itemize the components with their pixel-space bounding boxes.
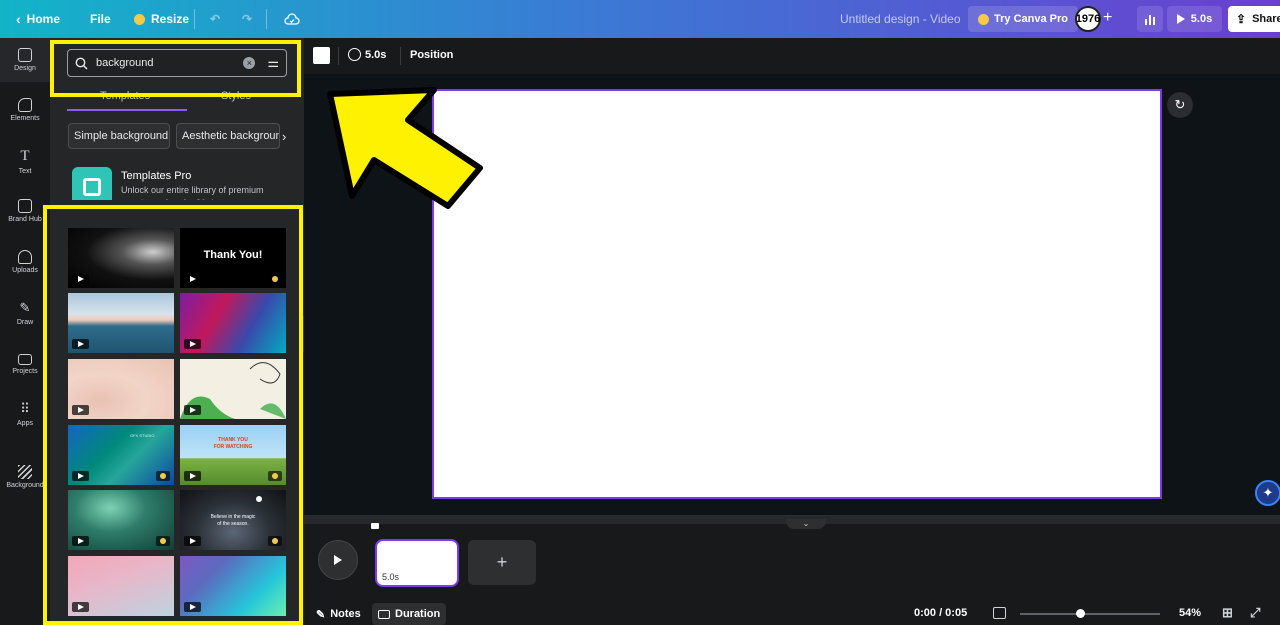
zoom-slider[interactable] bbox=[1020, 613, 1160, 615]
highlight-box-results bbox=[43, 205, 303, 625]
apps-grid-icon: ⠿ bbox=[20, 401, 30, 416]
rail-item-design[interactable]: Design bbox=[0, 38, 50, 82]
rail-label: Brand Hub bbox=[8, 216, 42, 223]
share-label: Share bbox=[1252, 13, 1280, 25]
highlight-box-search bbox=[50, 40, 301, 97]
undo-button[interactable]: ↶ bbox=[202, 0, 228, 38]
chevron-down-icon: ⌄ bbox=[802, 519, 810, 528]
add-collaborator-button[interactable]: + bbox=[1103, 9, 1112, 27]
file-menu-button[interactable]: File bbox=[82, 0, 119, 38]
position-button[interactable]: Position bbox=[410, 49, 453, 61]
divider bbox=[194, 9, 195, 29]
avatar[interactable]: 1976 bbox=[1075, 6, 1101, 32]
try-pro-label: Try Canva Pro bbox=[994, 13, 1068, 25]
zoom-value[interactable]: 54% bbox=[1179, 607, 1201, 619]
crown-icon bbox=[134, 13, 145, 25]
notes-button[interactable]: ✎ Notes bbox=[310, 603, 367, 625]
duration-toggle-button[interactable]: Duration bbox=[372, 603, 447, 625]
collapse-timeline-button[interactable]: ⌄ bbox=[786, 519, 826, 529]
try-canva-pro-button[interactable]: Try Canva Pro bbox=[968, 6, 1078, 32]
duration-button[interactable]: 5.0s bbox=[348, 48, 386, 61]
timeline-clip[interactable]: 5.0s bbox=[375, 539, 459, 587]
timeline-play-button[interactable] bbox=[318, 540, 358, 580]
chip-label: Aesthetic background bbox=[182, 130, 280, 142]
pen-icon: ✎ bbox=[19, 300, 31, 315]
play-duration-label: 5.0s bbox=[1190, 13, 1213, 25]
chip-simple-background[interactable]: Simple background bbox=[68, 123, 170, 149]
divider bbox=[338, 47, 339, 65]
document-title[interactable]: Untitled design - Video bbox=[840, 12, 961, 26]
briefcase-icon bbox=[18, 199, 32, 213]
rail-label: Projects bbox=[12, 367, 38, 375]
present-play-button[interactable]: 5.0s bbox=[1167, 6, 1222, 32]
shapes-icon bbox=[18, 98, 32, 112]
rail-item-elements[interactable]: Elements bbox=[0, 88, 50, 132]
bar-chart-icon bbox=[1153, 17, 1155, 25]
resize-label: Resize bbox=[151, 12, 190, 26]
folder-icon bbox=[18, 353, 32, 365]
rail-label: Background bbox=[6, 482, 44, 489]
pro-card-title: Templates Pro bbox=[121, 170, 192, 182]
chevron-right-icon[interactable]: › bbox=[282, 129, 286, 144]
rotate-icon: ↻ bbox=[1174, 97, 1186, 112]
fullscreen-icon[interactable]: ⤢ bbox=[1250, 605, 1260, 621]
timeline-icon bbox=[378, 609, 390, 619]
zoom-slider-knob[interactable] bbox=[1076, 609, 1085, 618]
active-tab-indicator bbox=[67, 109, 187, 111]
chip-aesthetic-background[interactable]: Aesthetic background bbox=[176, 123, 280, 149]
text-icon: T bbox=[20, 147, 30, 164]
duration-label: Duration bbox=[395, 608, 441, 620]
sparkle-icon: ✦ bbox=[1262, 485, 1274, 500]
crown-icon bbox=[978, 13, 989, 25]
clip-duration: 5.0s bbox=[382, 572, 400, 582]
upload-share-icon: ⇪ bbox=[1236, 12, 1247, 26]
cloud-save-button[interactable] bbox=[276, 0, 308, 38]
page-view-icon[interactable] bbox=[993, 607, 1006, 619]
playback-time: 0:00 / 0:05 bbox=[914, 607, 968, 619]
rail-label: Apps bbox=[17, 420, 33, 427]
refresh-rotate-button[interactable]: ↻ bbox=[1167, 92, 1193, 118]
rail-label: Draw bbox=[16, 319, 34, 326]
play-icon bbox=[334, 555, 342, 565]
resize-button[interactable]: Resize bbox=[126, 0, 197, 38]
playhead-marker[interactable] bbox=[371, 523, 379, 529]
notes-label: Notes bbox=[330, 608, 361, 620]
duration-value: 5.0s bbox=[365, 48, 387, 61]
pointer-arrow-annotation bbox=[327, 87, 483, 209]
chevron-left-icon: ‹ bbox=[16, 11, 21, 27]
insights-button[interactable] bbox=[1137, 6, 1163, 32]
divider bbox=[266, 9, 267, 29]
undo-icon: ↶ bbox=[210, 12, 221, 26]
top-bar: ‹ Home File Resize ↶ ↷ Untitled design -… bbox=[0, 0, 1280, 38]
cloud-upload-icon bbox=[18, 250, 32, 264]
status-footer: ✎ Notes Duration 0:00 / 0:05 54% ⊞ ⤢ bbox=[304, 603, 1280, 625]
share-button[interactable]: ⇪ Share bbox=[1228, 6, 1280, 32]
bar-chart-icon bbox=[1145, 19, 1147, 25]
design-canvas[interactable] bbox=[432, 89, 1162, 499]
context-toolbar: 5.0s Position bbox=[304, 38, 1280, 74]
rail-label: Uploads bbox=[12, 267, 38, 274]
clock-icon bbox=[348, 48, 361, 61]
rail-label: Design bbox=[14, 65, 36, 72]
file-label: File bbox=[90, 12, 111, 26]
rail-label: Text bbox=[18, 167, 32, 175]
redo-icon: ↷ bbox=[242, 12, 253, 26]
background-color-swatch[interactable] bbox=[313, 47, 330, 64]
rail-item-text[interactable]: T Text bbox=[0, 139, 50, 183]
home-label: Home bbox=[26, 12, 61, 26]
cloud-check-icon bbox=[284, 13, 300, 25]
bar-chart-icon bbox=[1149, 15, 1151, 25]
home-button[interactable]: ‹ Home bbox=[8, 0, 68, 38]
rail-label: Elements bbox=[10, 115, 40, 122]
redo-button[interactable]: ↷ bbox=[234, 0, 260, 38]
grid-view-icon[interactable]: ⊞ bbox=[1222, 605, 1233, 621]
notes-icon: ✎ bbox=[316, 608, 326, 621]
hatch-icon bbox=[18, 465, 32, 479]
layout-icon bbox=[18, 48, 32, 62]
template-icon bbox=[83, 178, 101, 196]
divider bbox=[400, 47, 401, 65]
magic-assistant-button[interactable]: ✦ bbox=[1255, 480, 1280, 506]
add-page-button[interactable]: + bbox=[468, 540, 536, 585]
play-icon bbox=[1176, 14, 1185, 24]
